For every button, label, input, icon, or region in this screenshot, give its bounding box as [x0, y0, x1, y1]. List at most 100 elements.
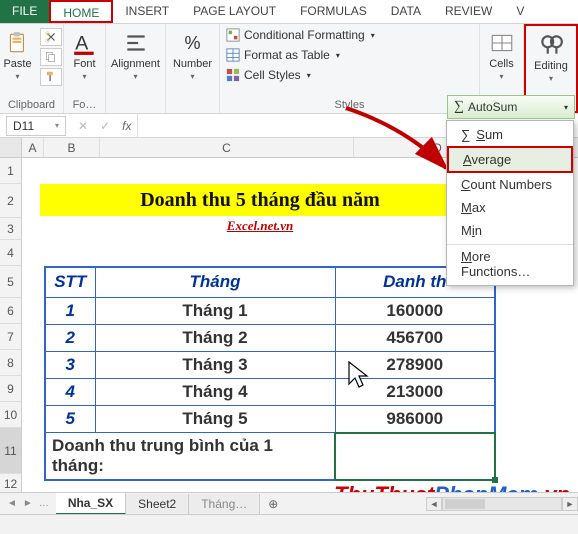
svg-text:A: A — [75, 33, 88, 55]
row-8[interactable]: 8 — [0, 350, 22, 376]
sheet-nav-more[interactable]: … — [36, 498, 52, 509]
chevron-down-icon: ▾ — [82, 72, 86, 81]
autosum-max[interactable]: Max — [447, 196, 573, 219]
sheet-tab-3[interactable]: Tháng… — [189, 494, 260, 514]
autosum-button[interactable]: ∑ AutoSum ▾ — [447, 95, 575, 119]
header-stt: STT — [45, 267, 95, 297]
table-footer: Doanh thu trung bình của 1 tháng: — [45, 433, 495, 481]
paste-icon — [5, 30, 31, 56]
scroll-left-button[interactable]: ◄ — [426, 497, 442, 511]
fx-icon: fx — [116, 119, 137, 133]
row-2[interactable]: 2 — [0, 184, 22, 218]
subtitle-link: Excel.net.vn — [40, 218, 480, 234]
editing-button[interactable]: Editing ▾ — [532, 30, 570, 85]
autosum-min[interactable]: Min — [447, 219, 573, 242]
number-label: Number — [173, 58, 212, 70]
group-styles: Conditional Formatting▾ Format as Table▾… — [220, 24, 480, 113]
sigma-icon: ∑ — [454, 99, 464, 115]
tab-page-layout[interactable]: PAGE LAYOUT — [181, 0, 288, 23]
fx-confirm: ✓ — [94, 119, 116, 133]
format-as-table-button[interactable]: Format as Table▾ — [226, 48, 340, 62]
row-1[interactable]: 1 — [0, 158, 22, 184]
autosum-sum[interactable]: ∑ Sum — [447, 123, 573, 146]
autosum-average[interactable]: Average — [447, 146, 573, 173]
paste-button[interactable]: Paste ▾ — [1, 28, 33, 83]
table-icon — [226, 48, 240, 62]
sheet-tab-2[interactable]: Sheet2 — [126, 494, 189, 514]
percent-icon: % — [180, 30, 206, 56]
ribbon-tabs: FILE HOME INSERT PAGE LAYOUT FORMULAS DA… — [0, 0, 578, 24]
footer-label[interactable]: Doanh thu trung bình của 1 tháng: — [45, 433, 335, 481]
col-a[interactable]: A — [22, 138, 44, 157]
data-table: STT Tháng Danh th 1 Tháng 1 160000 2 Thá… — [44, 266, 496, 481]
cut-button[interactable] — [40, 28, 62, 46]
chevron-down-icon: ▾ — [564, 103, 568, 112]
table-row: 5 Tháng 5 986000 — [45, 405, 495, 433]
tab-formulas[interactable]: FORMULAS — [288, 0, 379, 23]
sheet-tabs: ◄ ► … Nha_SX Sheet2 Tháng… ⊕ ◄ ► — [0, 492, 578, 514]
status-bar — [0, 514, 578, 534]
row-10[interactable]: 10 — [0, 402, 22, 428]
table-row: 3 Tháng 3 278900 — [45, 351, 495, 378]
alignment-button[interactable]: Alignment ▾ — [109, 28, 162, 83]
horizontal-scrollbar[interactable]: ◄ ► — [426, 497, 578, 511]
row-4[interactable]: 4 — [0, 240, 22, 266]
scroll-right-button[interactable]: ► — [562, 497, 578, 511]
scroll-thumb[interactable] — [445, 499, 485, 509]
chevron-down-icon: ▾ — [190, 72, 194, 81]
row-6[interactable]: 6 — [0, 298, 22, 324]
alignment-label: Alignment — [111, 58, 160, 70]
group-number: % Number ▾ — [166, 24, 220, 113]
conditional-formatting-button[interactable]: Conditional Formatting▾ — [226, 28, 375, 42]
autosum-count[interactable]: Count Numbers — [447, 173, 573, 196]
col-c[interactable]: C — [100, 138, 354, 157]
group-clipboard: Paste ▾ Clipboard — [0, 24, 64, 113]
cells-button[interactable]: Cells ▾ — [487, 28, 517, 83]
add-sheet-button[interactable]: ⊕ — [260, 497, 286, 511]
title-banner: Doanh thu 5 tháng đầu năm — [40, 184, 480, 216]
paste-label: Paste — [3, 58, 31, 70]
row-11[interactable]: 11 — [0, 428, 22, 474]
tab-home[interactable]: HOME — [49, 0, 113, 23]
group-alignment: Alignment ▾ — [106, 24, 166, 113]
tab-review[interactable]: REVIEW — [433, 0, 504, 23]
row-3[interactable]: 3 — [0, 218, 22, 240]
chevron-down-icon: ▾ — [499, 72, 503, 81]
name-box[interactable]: D11 ▾ — [6, 116, 66, 136]
cut-icon — [44, 30, 58, 44]
table-row: 2 Tháng 2 456700 — [45, 324, 495, 351]
row-5[interactable]: 5 — [0, 266, 22, 298]
sheet-nav-prev[interactable]: ◄ — [4, 498, 20, 509]
table-row: 1 Tháng 1 160000 — [45, 297, 495, 324]
chevron-down-icon: ▾ — [371, 31, 375, 40]
select-all[interactable] — [0, 138, 22, 157]
group-font: A Font ▾ Fo… — [64, 24, 106, 113]
cells-icon — [489, 30, 515, 56]
tab-file[interactable]: FILE — [0, 0, 49, 23]
number-button[interactable]: % Number ▾ — [171, 28, 214, 83]
col-b[interactable]: B — [44, 138, 100, 157]
selected-cell-d11[interactable] — [335, 433, 495, 481]
editing-label: Editing — [534, 60, 568, 72]
autosum-more[interactable]: More Functions… — [447, 244, 573, 283]
format-painter-button[interactable] — [40, 68, 62, 86]
header-thang: Tháng — [95, 267, 335, 297]
sheet-tab-1[interactable]: Nha_SX — [56, 493, 126, 515]
chevron-down-icon: ▾ — [336, 51, 340, 60]
styles-label: Styles — [335, 97, 365, 111]
row-9[interactable]: 9 — [0, 376, 22, 402]
cell-styles-button[interactable]: Cell Styles▾ — [226, 68, 311, 82]
row-7[interactable]: 7 — [0, 324, 22, 350]
sheet-nav-next[interactable]: ► — [20, 498, 36, 509]
tab-view[interactable]: V — [504, 0, 536, 23]
row-12[interactable]: 12 — [0, 474, 22, 494]
tab-data[interactable]: DATA — [379, 0, 433, 23]
brush-icon — [44, 70, 58, 84]
copy-button[interactable] — [40, 48, 62, 66]
font-button[interactable]: A Font ▾ — [70, 28, 100, 83]
table-row: 4 Tháng 4 213000 — [45, 378, 495, 405]
tab-insert[interactable]: INSERT — [113, 0, 181, 23]
row-headers: 1 2 3 4 5 6 7 8 9 10 11 12 — [0, 158, 22, 494]
copy-icon — [44, 50, 58, 64]
alignment-icon — [123, 30, 149, 56]
